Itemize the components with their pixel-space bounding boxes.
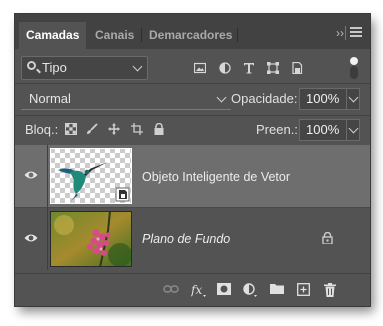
adjustment-filter-icon[interactable] <box>219 62 231 74</box>
new-group-icon[interactable] <box>270 283 284 295</box>
link-layers-icon[interactable] <box>163 283 179 295</box>
tab-camadas[interactable]: Camadas <box>19 22 87 49</box>
eye-icon[interactable] <box>24 233 38 243</box>
chevron-down-icon <box>348 92 359 103</box>
lock-position-icon[interactable] <box>108 123 120 135</box>
layer-row-smart-object[interactable]: Objeto Inteligente de Vetor <box>15 145 370 207</box>
lock-icon <box>322 232 333 244</box>
panel-menu-icon[interactable] <box>350 27 362 37</box>
fill-slider-button[interactable] <box>346 119 360 141</box>
lock-artboard-icon[interactable] <box>131 123 143 135</box>
type-filter-icon[interactable] <box>243 62 255 74</box>
delete-icon[interactable] <box>324 283 336 297</box>
tab-demarcadores[interactable]: Demarcadores <box>142 22 239 49</box>
divider <box>15 83 370 84</box>
chevron-down-icon <box>216 92 227 103</box>
svg-text:fx: fx <box>191 283 202 297</box>
filter-toggle[interactable] <box>350 57 358 79</box>
chevron-down-icon <box>348 123 359 134</box>
blend-mode-value: Normal <box>29 91 71 106</box>
layers-panel: Camadas Canais Demarcadores ›› Tipo Norm… <box>15 14 370 306</box>
collapse-panel-icon[interactable]: ›› <box>336 26 344 40</box>
lock-image-pixels-icon[interactable] <box>86 123 98 135</box>
lock-transparent-pixels-icon[interactable] <box>65 123 77 135</box>
tab-separator <box>237 28 238 42</box>
layer-row-background[interactable]: Plano de Fundo <box>15 208 370 270</box>
fx-icon[interactable]: fx <box>191 283 207 298</box>
lock-all-icon[interactable] <box>153 123 165 135</box>
new-adjustment-layer-icon[interactable] <box>243 283 258 298</box>
filter-kind-value: Tipo <box>42 60 67 75</box>
shape-filter-icon[interactable] <box>267 62 279 74</box>
opacity-input[interactable]: 100% <box>299 88 347 110</box>
layer-thumbnail-flowers[interactable] <box>50 211 132 267</box>
opacity-label: Opacidade: <box>231 91 298 106</box>
blend-mode-dropdown[interactable]: Normal <box>21 88 231 110</box>
chevron-down-icon <box>132 61 143 72</box>
tab-separator <box>345 26 346 40</box>
opacity-slider-button[interactable] <box>346 88 360 110</box>
tab-bar: Camadas Canais Demarcadores ›› <box>15 14 370 49</box>
divider <box>15 115 370 116</box>
fill-label: Preen.: <box>256 122 298 137</box>
layer-name: Plano de Fundo <box>142 232 231 246</box>
new-layer-icon[interactable] <box>297 283 310 296</box>
smart-object-filter-icon[interactable] <box>291 62 303 74</box>
layers-footer: fx <box>15 273 370 306</box>
tab-canais[interactable]: Canais <box>88 22 141 49</box>
image-filter-icon[interactable] <box>194 62 206 74</box>
layer-thumbnail-hummingbird[interactable] <box>50 148 132 204</box>
layers-list: Objeto Inteligente de Vetor Plano de Fun… <box>15 145 370 270</box>
eye-icon[interactable] <box>24 170 38 180</box>
lock-label: Bloq.: <box>25 122 59 137</box>
visibility-column <box>15 145 48 207</box>
fill-input[interactable]: 100% <box>299 119 347 141</box>
layer-name: Objeto Inteligente de Vetor <box>142 170 291 184</box>
visibility-column <box>15 208 48 270</box>
search-icon <box>27 61 36 70</box>
add-mask-icon[interactable] <box>217 283 231 295</box>
filter-kind-dropdown[interactable]: Tipo <box>21 56 148 80</box>
